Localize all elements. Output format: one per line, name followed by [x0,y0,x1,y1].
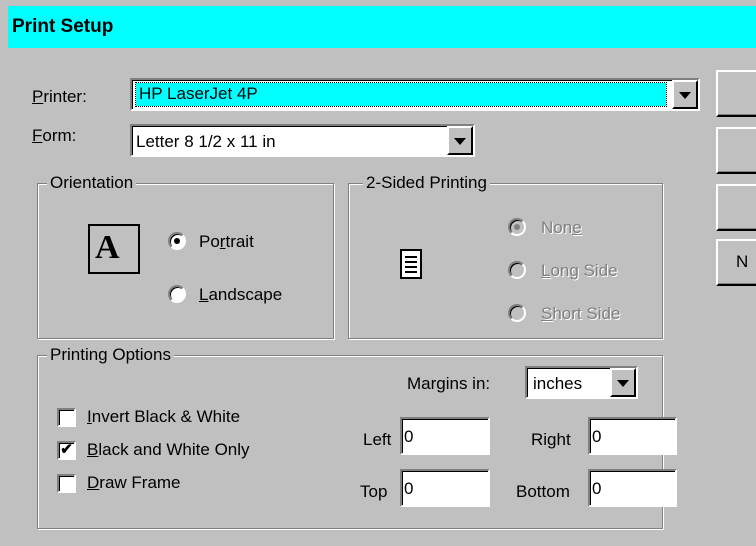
duplex-page-icon [400,249,422,279]
short-side-label[interactable]: Short Side [541,304,620,324]
right-margin-label: Right [531,430,571,449]
form-label: Form: [32,126,77,145]
bottom-margin-input[interactable]: 0 [588,469,677,507]
print-setup-dialog: Print Setup Printer: HP LaserJet 4P Form… [0,0,756,546]
portrait-page-icon: A [88,224,142,276]
printer-dropdown-arrow-icon[interactable] [672,80,698,109]
draw-frame-label[interactable]: Draw Frame [87,473,181,493]
printer-selected-highlight: HP LaserJet 4P [135,82,667,107]
right-margin-input[interactable]: 0 [588,417,677,455]
form-select[interactable]: Letter 8 1/2 x 11 in [130,124,475,157]
margins-unit-select[interactable]: inches [525,366,638,399]
margins-label: Margins in: [407,374,491,393]
bw-only-label[interactable]: Black and White Only [87,440,250,460]
form-dropdown-arrow-icon[interactable] [447,126,473,155]
title-bar[interactable]: Print Setup [8,6,756,48]
dialog-title: Print Setup [12,16,114,37]
draw-frame-checkbox[interactable] [57,474,76,493]
left-margin-label: Left [363,430,392,449]
checkmark-icon: ✔ [60,441,73,458]
top-margin-input[interactable]: 0 [400,469,490,507]
bw-only-checkbox[interactable]: ✔ [57,441,76,460]
left-margin-input[interactable]: 0 [400,417,490,455]
margins-unit-value: inches [533,374,583,393]
two-sided-group-title: 2-Sided Printing [363,173,490,193]
form-value: Letter 8 1/2 x 11 in [136,132,276,151]
landscape-radio[interactable] [168,285,186,303]
network-button[interactable]: N [716,239,756,286]
network-button-label: N [736,252,749,271]
landscape-label[interactable]: Landscape [199,285,282,305]
long-side-label[interactable]: Long Side [541,261,618,281]
cancel-button[interactable] [716,127,756,174]
portrait-label[interactable]: Portrait [199,232,254,252]
top-margin-label: Top [360,482,388,501]
margins-dropdown-arrow-icon[interactable] [610,368,636,397]
printer-value: HP LaserJet 4P [139,84,258,103]
orientation-group-title: Orientation [47,173,137,193]
printer-label: Printer: [32,87,87,106]
ok-button[interactable] [716,70,756,117]
options-button[interactable] [716,184,756,231]
bottom-margin-label: Bottom [516,482,570,501]
short-side-radio[interactable] [508,304,526,322]
portrait-radio[interactable] [168,232,186,250]
printer-select[interactable]: HP LaserJet 4P [130,78,700,111]
none-radio[interactable] [508,218,526,236]
none-label[interactable]: None [541,218,582,238]
orientation-group [37,183,334,339]
printing-options-group-title: Printing Options [47,345,174,365]
long-side-radio[interactable] [508,261,526,279]
invert-label[interactable]: Invert Black & White [87,407,240,427]
invert-checkbox[interactable] [57,408,76,427]
